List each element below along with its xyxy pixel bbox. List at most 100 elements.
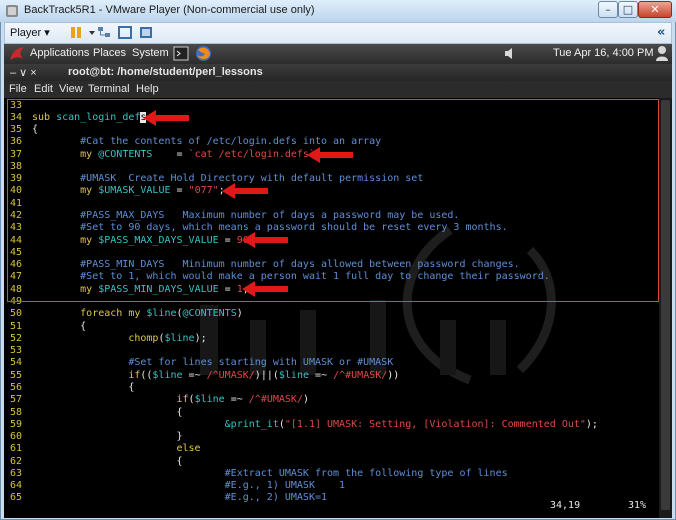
code-token: $line [278, 369, 309, 381]
file-percent: 31% [628, 500, 647, 511]
code-token: foreach my [32, 308, 147, 320]
line-number: 53 [10, 345, 23, 357]
system-menu[interactable]: System [132, 47, 169, 59]
line-number: 65 [10, 492, 23, 504]
code-token: )) [387, 369, 400, 381]
code-line: 59 &print_it("[1.1] UMASK: Setting, [Vio… [10, 419, 598, 431]
code-token: { [32, 406, 183, 418]
code-line: 64 #E.g., 1) UMASK 1 [10, 480, 345, 492]
line-number: 58 [10, 406, 23, 418]
code-token: else [32, 443, 201, 455]
firefox-icon[interactable] [195, 45, 212, 62]
line-number: 55 [10, 369, 23, 381]
code-token: =~ [309, 369, 334, 381]
terminal-window-controls[interactable]: – ∨ × [10, 66, 37, 79]
annotation-arrow [222, 183, 268, 199]
code-token: =~ [182, 369, 207, 381]
code-token: &print_it [224, 418, 279, 430]
menu-file[interactable]: File [9, 83, 27, 95]
cursor-position: 34,19 [550, 500, 581, 511]
player-menu-button[interactable]: Player ▾ [10, 26, 50, 39]
code-token: chomp [32, 332, 159, 344]
code-token: { [32, 381, 135, 393]
code-line: 56 { [10, 382, 134, 394]
code-line: 53 [10, 345, 32, 357]
code-token: )||( [254, 369, 279, 381]
code-line: 61 else [10, 443, 201, 455]
menu-view[interactable]: View [59, 83, 83, 95]
pause-icon[interactable] [68, 25, 84, 40]
terminal-launcher-icon[interactable] [173, 46, 189, 61]
code-line: 54 #Set for lines starting with UMASK or… [10, 357, 393, 369]
annotation-highlight-box [7, 99, 659, 302]
line-number: 63 [10, 467, 23, 479]
code-token: $line [146, 308, 177, 320]
line-number: 54 [10, 357, 23, 369]
maximize-button[interactable]: □ [618, 1, 638, 18]
code-token: $line [194, 394, 225, 406]
code-token: ); [585, 418, 598, 430]
menu-edit[interactable]: Edit [34, 83, 53, 95]
places-menu[interactable]: Places [93, 47, 126, 59]
fullscreen-icon[interactable] [117, 25, 133, 40]
minimize-button[interactable]: – [598, 1, 618, 18]
code-token: "[1.1] UMASK: Setting, [Violation]: Comm… [284, 418, 586, 430]
window-title: BackTrack5R1 - VMware Player (Non-commer… [24, 4, 315, 16]
code-line: 52 chomp($line); [10, 333, 207, 345]
line-number: 62 [10, 455, 23, 467]
menu-help[interactable]: Help [136, 83, 159, 95]
code-token: ) [236, 308, 243, 320]
code-token: ); [194, 332, 207, 344]
line-number: 51 [10, 320, 23, 332]
code-token: $line [152, 369, 183, 381]
code-token: } [32, 431, 183, 443]
code-token: ) [302, 394, 309, 406]
annotation-arrow [143, 110, 189, 126]
code-token: if [32, 394, 189, 406]
code-line: 55 if(($line =~ /^UMASK/)||($line =~ /^#… [10, 370, 399, 382]
code-token: /^#UMASK/ [248, 394, 303, 406]
code-line: 63 #Extract UMASK from the following typ… [10, 468, 508, 480]
network-icon[interactable] [96, 25, 112, 40]
code-token: #E.g., 1) UMASK 1 [32, 480, 346, 492]
unity-icon[interactable] [138, 25, 154, 40]
line-number: 57 [10, 394, 23, 406]
scrollbar-thumb[interactable] [661, 100, 670, 510]
code-token: /^#UMASK/ [333, 369, 388, 381]
code-token: /^UMASK/ [206, 369, 255, 381]
line-number: 50 [10, 308, 23, 320]
annotation-arrow [242, 281, 288, 297]
vmware-app-icon [6, 5, 18, 17]
applications-menu[interactable]: Applications [30, 47, 89, 59]
code-token: if [32, 369, 141, 381]
volume-icon[interactable] [503, 47, 517, 60]
code-token: #Extract UMASK from the following type o… [32, 467, 508, 479]
line-number: 64 [10, 480, 23, 492]
backtrack-dragon-icon[interactable] [8, 45, 26, 63]
line-number: 52 [10, 332, 23, 344]
code-token: { [32, 455, 183, 467]
terminal-title: root@bt: /home/student/perl_lessons [68, 66, 263, 78]
datetime-clock[interactable]: Tue Apr 16, 4:00 PM [553, 47, 653, 59]
close-button[interactable]: ✕ [638, 1, 672, 18]
code-token: @CONTENTS [182, 308, 237, 320]
code-token: =~ [224, 394, 249, 406]
code-line: 62 { [10, 456, 183, 468]
code-line: 57 if($line =~ /^#UMASK/) [10, 394, 309, 406]
line-number: 59 [10, 418, 23, 430]
user-icon[interactable] [655, 45, 669, 62]
line-number: 61 [10, 443, 23, 455]
code-line: 50 foreach my $line(@CONTENTS) [10, 308, 243, 320]
annotation-arrow [242, 232, 288, 248]
code-token: { [32, 320, 87, 332]
annotation-arrow [307, 147, 353, 163]
menu-terminal[interactable]: Terminal [88, 83, 130, 95]
code-line: 58 { [10, 407, 183, 419]
code-token: #E.g., 2) UMASK=1 [32, 492, 328, 504]
code-line: 51 { [10, 321, 86, 333]
code-token: (( [140, 369, 153, 381]
code-token: #Set for lines starting with UMASK or #U… [32, 357, 394, 369]
code-line: 65 #E.g., 2) UMASK=1 [10, 492, 327, 504]
collapse-toolbar-button[interactable]: « [657, 25, 665, 40]
